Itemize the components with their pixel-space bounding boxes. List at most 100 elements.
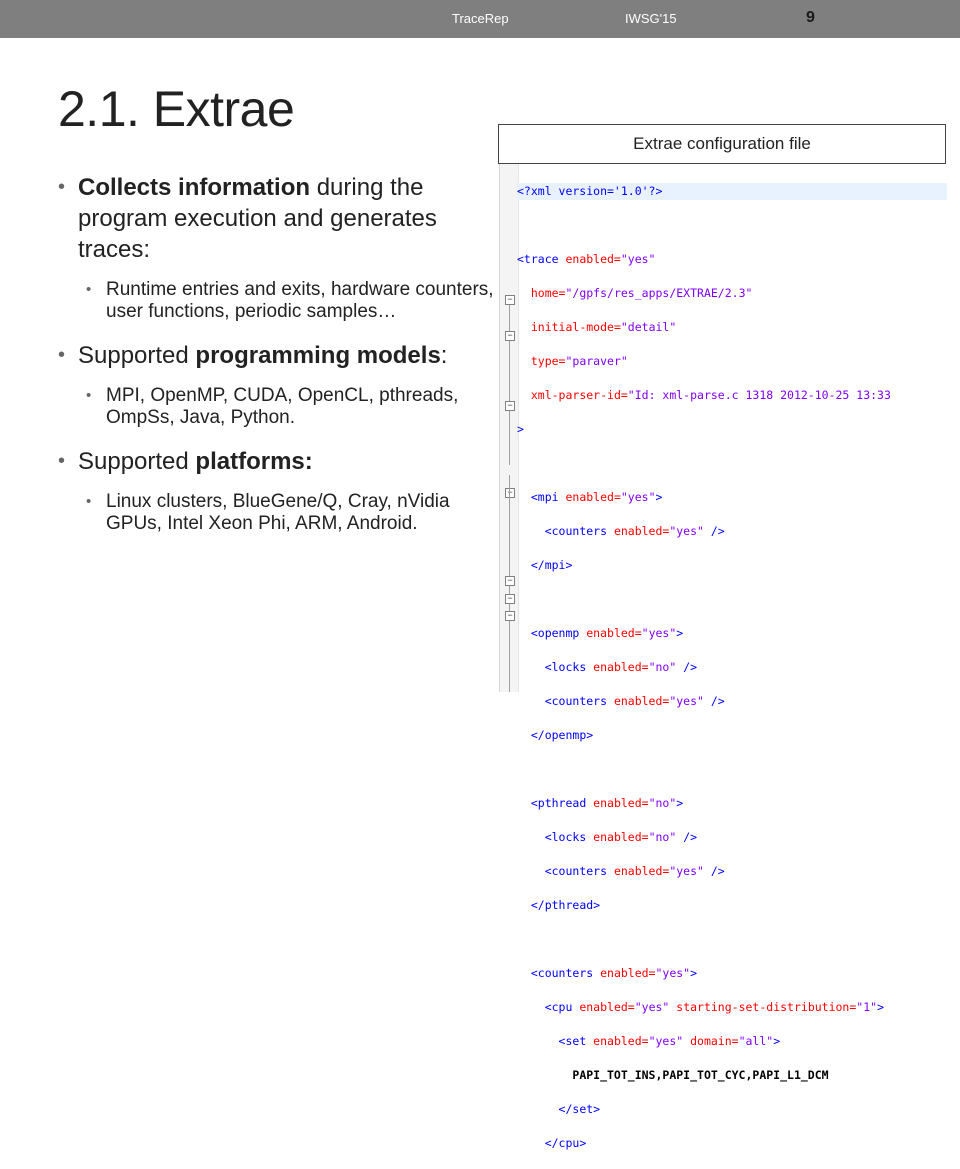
code-token: <openmp [530, 626, 580, 640]
code-token: /> [676, 830, 698, 844]
code-line: <?xml version='1.0'?> [517, 183, 947, 200]
fold-minus-icon: − [505, 401, 515, 411]
code-token: <set [558, 1034, 587, 1048]
bullet-text: Supported [78, 342, 196, 369]
bullet-bold: programming models [195, 342, 441, 369]
code-token: enabled= [558, 490, 621, 504]
code-line: <counters enabled="yes" /> [517, 523, 947, 540]
code-token: enabled= [586, 660, 649, 674]
code-token: </mpi> [530, 558, 573, 572]
code-token: domain= [683, 1034, 739, 1048]
code-token: > [773, 1034, 781, 1048]
code-token: <counters [530, 966, 594, 980]
bullet-list: Collects information during the program … [58, 172, 498, 552]
code-line: PAPI_TOT_INS,PAPI_TOT_CYC,PAPI_L1_DCM [517, 1067, 947, 1084]
slide-number: 9 [806, 9, 815, 26]
code-line: xml-parser-id="Id: xml-parse.c 1318 2012… [517, 387, 947, 404]
code-token: "yes" [655, 966, 691, 980]
code-line: <locks enabled="no" /> [517, 829, 947, 846]
code-token: PAPI_TOT_INS,PAPI_TOT_CYC,PAPI_L1_DCM [572, 1068, 829, 1082]
code-line: </mpi> [517, 557, 947, 574]
code-token: enabled= [579, 626, 642, 640]
code-token: "yes" [669, 524, 704, 538]
code-token: initial-mode= [530, 320, 621, 334]
sub-bullet-platforms: Linux clusters, BlueGene/Q, Cray, nVidia… [86, 491, 498, 535]
code-token: "yes" [669, 864, 704, 878]
code-token: type= [530, 354, 566, 368]
bullet-bold: platforms: [195, 448, 313, 475]
code-token: </openmp> [530, 728, 594, 742]
code-token: <locks [544, 830, 587, 844]
code-token: <counters [544, 524, 608, 538]
code-token: "paraver" [565, 354, 628, 368]
code-token: <counters [544, 694, 608, 708]
xml-code: <?xml version='1.0'?> <trace enabled="ye… [517, 166, 947, 1169]
code-token: </pthread> [530, 898, 601, 912]
slide-header-bar: TraceRep IWSG'15 9 [0, 0, 960, 38]
code-token: /> [703, 694, 725, 708]
code-token: "no" [648, 660, 677, 674]
code-token: <mpi [530, 490, 559, 504]
code-line: <counters enabled="yes" /> [517, 863, 947, 880]
fold-minus-icon: − [505, 295, 515, 305]
code-token: enabled= [572, 1000, 635, 1014]
code-token: "yes" [620, 252, 656, 266]
code-token: "no" [648, 796, 677, 810]
code-line: </pthread> [517, 897, 947, 914]
code-token: "Id: xml-parse.c 1318 2012-10-25 13:33 [627, 388, 891, 402]
bullet-bold: Collects information [78, 174, 311, 201]
code-token: enabled= [607, 694, 670, 708]
code-token: <?xml version='1.0'?> [517, 183, 947, 200]
bullet-text: Supported [78, 448, 196, 475]
code-token: "1" [856, 1000, 878, 1014]
code-token: "/gpfs/res_apps/EXTRAE/2.3" [565, 286, 753, 300]
code-line: </set> [517, 1101, 947, 1118]
code-token: > [877, 1000, 884, 1014]
code-token: > [655, 490, 663, 504]
code-line: <set enabled="yes" domain="all"> [517, 1033, 947, 1050]
fold-minus-icon: − [505, 331, 515, 341]
code-line: > [517, 421, 947, 438]
code-token: xml-parser-id= [530, 388, 628, 402]
sub-bullet-runtime: Runtime entries and exits, hardware coun… [86, 279, 498, 323]
fold-line [509, 305, 510, 465]
fold-minus-icon: − [505, 488, 515, 498]
bullet-platforms: Supported platforms: [58, 446, 498, 477]
code-token: /> [676, 660, 698, 674]
code-line: <cpu enabled="yes" starting-set-distribu… [517, 999, 947, 1016]
header-right-text: IWSG'15 [625, 11, 677, 26]
code-token: > [690, 966, 698, 980]
code-line: <pthread enabled="no"> [517, 795, 947, 812]
config-file-label: Extrae configuration file [498, 124, 946, 164]
bullet-collects: Collects information during the program … [58, 172, 498, 265]
code-line: </openmp> [517, 727, 947, 744]
code-token: "yes" [620, 490, 656, 504]
code-token: <pthread [530, 796, 587, 810]
code-token: enabled= [607, 864, 670, 878]
code-line: home="/gpfs/res_apps/EXTRAE/2.3" [517, 285, 947, 302]
code-token: <cpu [544, 1000, 573, 1014]
bullet-programming-models: Supported programming models: [58, 340, 498, 371]
fold-minus-icon: − [505, 576, 515, 586]
code-token: "all" [738, 1034, 774, 1048]
code-token: /> [703, 864, 725, 878]
code-token: enabled= [586, 830, 649, 844]
header-left-text: TraceRep [452, 11, 509, 26]
sub-bullet-models: MPI, OpenMP, CUDA, OpenCL, pthreads, Omp… [86, 385, 498, 429]
fold-minus-icon: − [505, 611, 515, 621]
code-token: </cpu> [544, 1136, 587, 1150]
code-token: > [676, 796, 684, 810]
code-token: <counters [544, 864, 608, 878]
code-token: "detail" [620, 320, 677, 334]
code-token: "yes" [641, 626, 677, 640]
bullet-text: : [440, 342, 448, 369]
code-token: "yes" [648, 1034, 684, 1048]
code-line: <counters enabled="yes" /> [517, 693, 947, 710]
code-line: type="paraver" [517, 353, 947, 370]
code-token: "yes" [634, 1000, 670, 1014]
code-line: <mpi enabled="yes"> [517, 489, 947, 506]
code-token: <locks [544, 660, 587, 674]
